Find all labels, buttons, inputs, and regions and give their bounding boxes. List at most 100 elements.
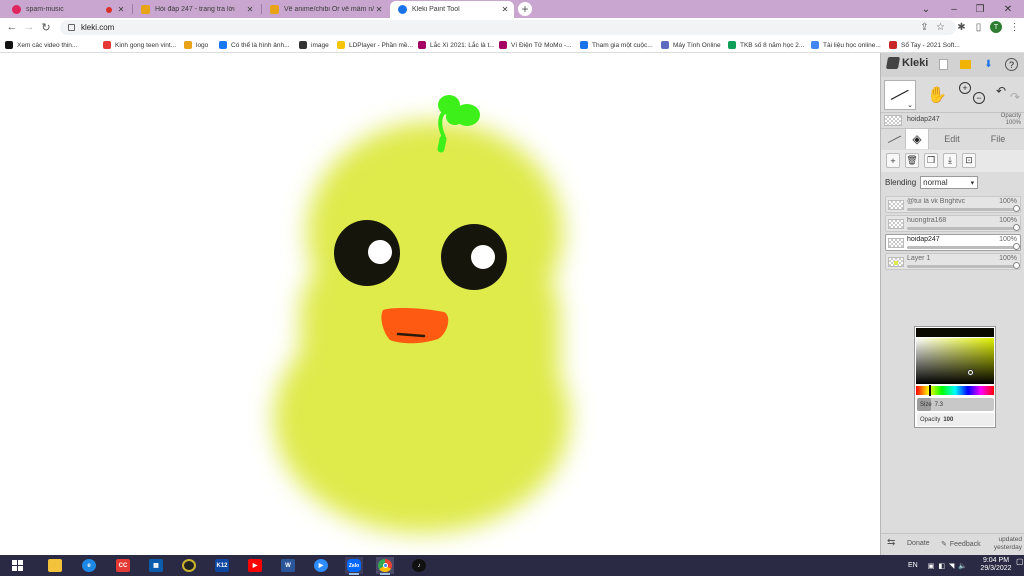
tab-search-icon[interactable]: ⌄ — [912, 0, 940, 18]
close-icon[interactable]: ✕ — [116, 5, 126, 14]
undo-icon[interactable]: ↶ — [994, 84, 1008, 98]
k12-button[interactable]: K12 — [213, 557, 231, 574]
edge-button[interactable]: e — [80, 557, 98, 574]
delete-layer-icon[interactable]: 🗑 — [905, 153, 919, 168]
store-button[interactable]: ▦ — [147, 557, 165, 574]
wifi-icon[interactable]: ◥ — [949, 562, 954, 570]
slider-knob[interactable] — [1013, 224, 1020, 231]
hue-slider[interactable] — [916, 386, 994, 395]
chrome-icon — [378, 559, 392, 572]
youtube-button[interactable]: ▶ — [246, 557, 264, 574]
layer-item[interactable]: @tui là vk Brightvc 100% — [885, 196, 1021, 213]
duplicate-layer-icon[interactable]: ❐ — [924, 153, 938, 168]
bookmark-item[interactable]: Kinh gong teen vint... — [103, 39, 176, 51]
profile-avatar[interactable]: T — [990, 21, 1002, 33]
zalo-button[interactable]: Zalo — [345, 557, 363, 575]
start-button[interactable] — [8, 557, 26, 574]
menu-icon[interactable]: ⋮ — [1008, 21, 1021, 34]
volume-icon[interactable]: 🔈 — [958, 562, 967, 570]
close-icon[interactable]: ✕ — [245, 5, 255, 14]
hue-marker[interactable] — [929, 385, 931, 396]
word-button[interactable]: W — [279, 557, 297, 574]
layer-opacity-slider[interactable] — [907, 262, 1020, 269]
tab-brush[interactable]: ╱ — [883, 129, 905, 149]
zoom-out-icon[interactable]: − — [973, 92, 985, 104]
tray-app-icon[interactable]: ▣ — [928, 562, 935, 570]
bookmark-item[interactable]: Máy Tính Online — [661, 39, 721, 51]
rename-layer-icon[interactable]: ⊡ — [962, 153, 976, 168]
media-button[interactable] — [180, 557, 198, 574]
add-layer-icon[interactable]: + — [886, 153, 900, 168]
minimize-icon[interactable]: – — [940, 0, 968, 18]
tab-ve-anime[interactable]: Vẽ anime/chibi Or vẽ mầm n/t Vị ✕ — [262, 1, 388, 18]
new-file-icon[interactable] — [937, 58, 950, 71]
redo-icon[interactable]: ↷ — [1008, 90, 1022, 104]
download-icon[interactable]: ⬇ — [982, 58, 995, 71]
bookmark-item[interactable]: logo — [184, 39, 208, 51]
bookmark-item[interactable]: LDPlayer - Phần mề... — [337, 39, 413, 51]
bookmark-item[interactable]: Sổ Tay - 2021 Soft... — [889, 39, 960, 51]
bookmark-item[interactable]: image — [299, 39, 329, 51]
window-close-icon[interactable]: ✕ — [994, 0, 1022, 18]
address-bar[interactable]: kleki.com — [60, 20, 956, 35]
tab-edit[interactable]: Edit — [929, 129, 975, 149]
bookmark-item[interactable]: Xem các video thin... — [5, 39, 77, 51]
share-icon[interactable]: ⇪ — [918, 21, 931, 34]
zoom-button[interactable]: ▶ — [312, 557, 330, 574]
blending-select[interactable]: normal ▾ — [920, 176, 979, 189]
close-icon[interactable]: ✕ — [500, 5, 510, 14]
chrome-button[interactable] — [376, 557, 394, 575]
layer-item-selected[interactable]: hoidap247 100% — [885, 234, 1021, 251]
swap-panel-icon[interactable]: ⇆ — [887, 537, 895, 548]
slider-knob[interactable] — [1013, 262, 1020, 269]
maximize-icon[interactable]: ❐ — [966, 0, 994, 18]
layer-item[interactable]: Layer 1 100% — [885, 253, 1021, 270]
slider-knob[interactable] — [1013, 205, 1020, 212]
notification-icon[interactable]: ▢ — [1016, 557, 1024, 566]
back-icon[interactable]: ← — [5, 20, 19, 34]
drawing-canvas[interactable] — [0, 53, 880, 555]
layer-opacity-slider[interactable] — [907, 224, 1020, 231]
layer-opacity-slider[interactable] — [907, 205, 1020, 212]
tab-file[interactable]: File — [975, 129, 1021, 149]
zoom-in-icon[interactable]: + — [959, 82, 971, 94]
layer-opacity-slider[interactable] — [907, 243, 1020, 250]
bookmark-item[interactable]: Lắc Xì 2021: Lắc là t... — [418, 39, 495, 51]
brush-opacity-slider[interactable]: Opacity 100 — [917, 413, 994, 426]
cc-button[interactable]: CC — [114, 557, 132, 574]
hand-tool-button[interactable]: ✋ — [925, 82, 949, 108]
extensions-icon[interactable]: ✱ — [955, 21, 968, 34]
help-icon[interactable]: ? — [1005, 58, 1018, 71]
color-cursor[interactable] — [968, 370, 973, 375]
tray-app-icon[interactable]: ◧ — [938, 562, 945, 570]
brush-tool-button[interactable]: ╱ ⌄ — [884, 80, 916, 110]
forward-icon[interactable]: → — [22, 20, 36, 34]
bookmark-item[interactable]: Có thể là hình ảnh... — [219, 39, 290, 51]
layer-item[interactable]: huongtra168 100% — [885, 215, 1021, 232]
star-icon[interactable]: ☆ — [934, 21, 947, 34]
slider-knob[interactable] — [1013, 243, 1020, 250]
tab-layers[interactable]: ◈ — [905, 129, 929, 149]
bookmark-label: Sổ Tay - 2021 Soft... — [901, 41, 960, 49]
reload-icon[interactable]: ↻ — [39, 20, 53, 34]
bookmark-item[interactable]: Ví Điện Tử MoMo -... — [499, 39, 572, 51]
bookmark-item[interactable]: TKB số 8 năm học 2... — [728, 39, 804, 51]
tab-spam-music[interactable]: spam-music ✕ — [4, 1, 130, 18]
bookmark-item[interactable]: Tham gia một cuộc... — [580, 39, 653, 51]
saturation-value-area[interactable] — [916, 338, 994, 384]
clock[interactable]: 9:04 PM 29/3/2022 — [978, 557, 1014, 573]
feedback-link[interactable]: ✎ Feedback — [941, 540, 981, 549]
tab-hoidap[interactable]: Hỏi đáp 247 - trang tra lời ✕ — [133, 1, 259, 18]
open-folder-icon[interactable] — [959, 58, 972, 71]
file-explorer-button[interactable] — [46, 557, 64, 574]
bookmark-item[interactable]: Tài liệu học online... — [811, 39, 881, 51]
tab-kleki[interactable]: Kleki Paint Tool ✕ — [390, 1, 514, 18]
tiktok-button[interactable]: ♪ — [410, 557, 428, 574]
merge-layer-icon[interactable]: ⤓ — [943, 153, 957, 168]
close-icon[interactable]: ✕ — [374, 5, 384, 14]
donate-link[interactable]: Donate — [907, 540, 930, 547]
new-tab-button[interactable]: + — [518, 2, 532, 16]
language-indicator[interactable]: EN — [908, 562, 918, 569]
brush-size-slider[interactable]: Size 7.3 — [917, 398, 994, 411]
sidebar-icon[interactable]: ▯ — [972, 21, 985, 34]
